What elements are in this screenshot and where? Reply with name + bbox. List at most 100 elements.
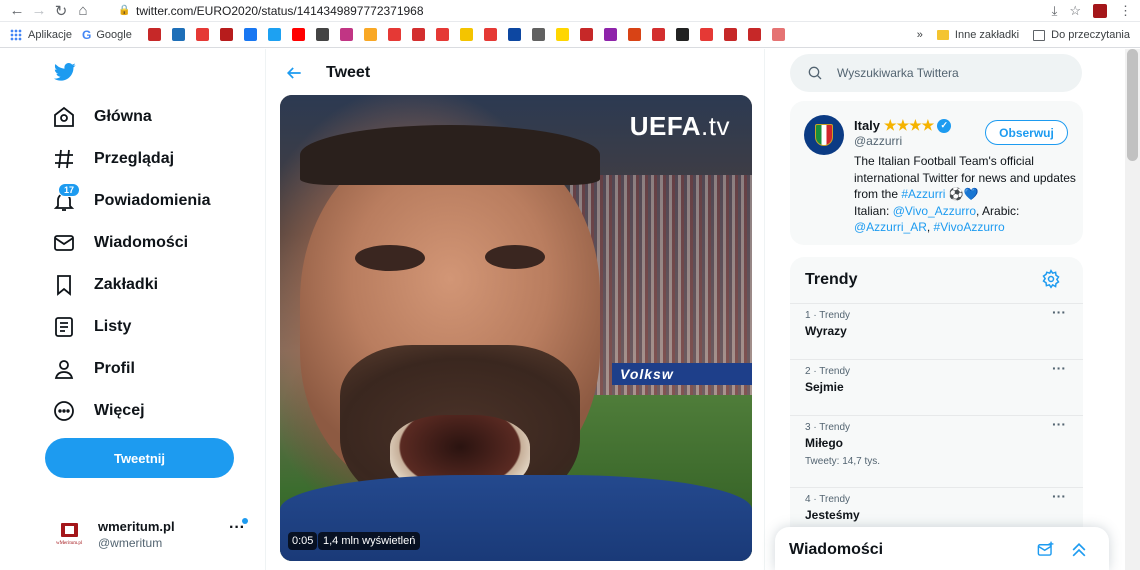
bookmark-favicon-icon[interactable] (387, 28, 401, 41)
more-dots-icon[interactable]: ··· (1052, 360, 1066, 376)
page-title: Tweet (326, 64, 371, 81)
bookmark-favicon-icon[interactable] (603, 28, 617, 41)
bookmark-favicon-icon[interactable] (531, 28, 545, 41)
trend-meta: 3 · Trendy (805, 422, 851, 433)
bookmark-favicon-icon[interactable] (507, 28, 521, 41)
bookmarks-overflow-icon[interactable]: » (917, 29, 923, 41)
scrollbar-thumb[interactable] (1127, 49, 1138, 161)
more-dots-icon[interactable]: ··· (1052, 416, 1066, 432)
new-message-icon[interactable] (1036, 540, 1055, 559)
apps-grid-icon (10, 28, 22, 41)
sidebar-item-notifications[interactable]: 17 Powiadomienia (52, 183, 210, 216)
video-eye (355, 245, 425, 271)
forward-icon[interactable]: → (28, 0, 50, 22)
bookmark-favicon-icon[interactable] (435, 28, 449, 41)
bookmark-favicon-icon[interactable] (771, 28, 785, 41)
bookmark-favicon-icon[interactable] (627, 28, 641, 41)
bookmark-favicon-icon[interactable] (651, 28, 665, 41)
bookmark-favicon-icon[interactable] (267, 28, 281, 41)
page-scrollbar[interactable] (1125, 49, 1140, 570)
bookmark-favicon-icon[interactable] (171, 28, 185, 41)
back-arrow-icon[interactable] (284, 63, 304, 83)
account-switcher[interactable]: wMeritum.pl wmeritum.pl @wmeritum ··· (52, 515, 252, 555)
sidebar-item-profile[interactable]: Profil (52, 354, 135, 384)
bookmark-favicon-icon[interactable] (747, 28, 761, 41)
sidebar-item-label: Więcej (94, 402, 145, 419)
bookmark-favicon-icon[interactable] (339, 28, 353, 41)
trend-name: Sejmie (805, 380, 844, 394)
bio-text: , (926, 220, 934, 234)
main-column: Tweet Volksw UEFA.tv 0:05 1,4 mln wyświe… (265, 49, 765, 570)
profile-name[interactable]: Italy ★★★★ ✓ (854, 117, 952, 134)
bookmark-favicon-icon[interactable] (699, 28, 713, 41)
chevron-up-icon[interactable] (1069, 540, 1089, 560)
trend-item[interactable]: 1 · Trendy Wyrazy ··· (790, 303, 1083, 359)
star-icon[interactable]: ☆ (1069, 3, 1081, 19)
bookmark-favicon-icon[interactable] (243, 28, 257, 41)
bookmark-favicon-icon[interactable] (675, 28, 689, 41)
sidebar-item-explore[interactable]: Przeglądaj (52, 144, 174, 174)
search-input[interactable] (837, 66, 1057, 80)
sidebar-item-messages[interactable]: Wiadomości (52, 228, 188, 258)
follow-button[interactable]: Obserwuj (985, 120, 1068, 145)
trends-panel: Trendy 1 · Trendy Wyrazy ··· 2 · Trendy … (790, 257, 1083, 570)
more-dots-icon[interactable]: ··· (1052, 304, 1066, 320)
bookmark-favicon-icon[interactable] (195, 28, 209, 41)
tweet-header: Tweet (266, 49, 764, 97)
search-box[interactable] (790, 54, 1082, 92)
bookmark-favicon-icon[interactable] (315, 28, 329, 41)
bio-mention-link[interactable]: @Azzurri_AR (854, 220, 927, 234)
bookmark-favicon-icon[interactable] (483, 28, 497, 41)
tweet-button[interactable]: Tweetnij (45, 438, 234, 478)
bookmark-icon (57, 275, 71, 296)
bio-hashtag-link[interactable]: #Azzurri (901, 187, 945, 201)
other-bookmarks[interactable]: Inne zakładki (936, 29, 1019, 41)
bookmark-favicon-icon[interactable] (219, 28, 233, 41)
search-icon (808, 66, 822, 80)
url-text: twitter.com/EURO2020/status/141434989777… (136, 4, 424, 18)
bio-emoji: ⚽💙 (945, 187, 979, 201)
bio-mention-link[interactable]: @Vivo_Azzurro (893, 204, 976, 218)
sidebar-item-label: Listy (94, 318, 132, 335)
avatar-logo-text: wMeritum.pl (56, 541, 83, 546)
bookmark-favicon-icon[interactable] (459, 28, 473, 41)
bookmark-favicon-icon[interactable] (411, 28, 425, 41)
bookmark-label: Google (96, 28, 132, 41)
bookmark-favicon-icon[interactable] (579, 28, 593, 41)
gear-icon[interactable] (1041, 269, 1061, 289)
bio-hashtag-link[interactable]: #VivoAzzurro (934, 220, 1005, 234)
sidebar-item-lists[interactable]: Listy (52, 312, 131, 342)
bookmark-google[interactable]: G Google (82, 28, 132, 42)
extension-icon[interactable] (1093, 4, 1107, 18)
notifications-icon-wrap: 17 (52, 183, 81, 213)
bookmark-favicon-icon[interactable] (363, 28, 377, 41)
sidebar-item-bookmarks[interactable]: Zakładki (52, 270, 158, 300)
sidebar-item-home[interactable]: Główna (52, 102, 152, 132)
avatar[interactable] (804, 115, 844, 155)
home-icon[interactable]: ⌂ (72, 0, 94, 22)
reading-list[interactable]: Do przeczytania (1033, 29, 1130, 41)
bookmark-favicon-icon[interactable] (147, 28, 161, 41)
address-bar[interactable]: 🔒 twitter.com/EURO2020/status/1414349897… (118, 0, 424, 22)
messages-drawer-title: Wiadomości (789, 541, 884, 558)
folder-icon (936, 30, 949, 40)
bookmark-favicon-icon[interactable] (723, 28, 737, 41)
twitter-logo-icon[interactable] (52, 61, 78, 83)
video-player[interactable]: Volksw UEFA.tv 0:05 1,4 mln wyświetleń (280, 95, 752, 561)
profile-handle: @azzurri (854, 134, 903, 148)
bookmark-favicon-icon[interactable] (555, 28, 569, 41)
bookmark-apps[interactable]: Aplikacje (10, 28, 72, 41)
sidebar-item-label: Wiadomości (94, 234, 189, 251)
reload-icon[interactable]: ↻ (50, 0, 72, 22)
bookmark-favicon-icon[interactable] (291, 28, 305, 41)
more-dots-icon[interactable]: ··· (1052, 488, 1066, 504)
messages-drawer[interactable]: Wiadomości (775, 527, 1109, 570)
back-icon[interactable]: ← (6, 0, 28, 22)
browser-toolbar: ← → ↻ ⌂ 🔒 twitter.com/EURO2020/status/14… (0, 0, 1140, 22)
account-handle: @wmeritum (98, 536, 163, 550)
sidebar-item-more[interactable]: Więcej (52, 396, 145, 426)
trend-item[interactable]: 3 · Trendy Miłego Tweety: 14,7 tys. ··· (790, 415, 1083, 487)
download-icon[interactable]: ⤓ (1052, 3, 1058, 19)
trend-item[interactable]: 2 · Trendy Sejmie ··· (790, 359, 1083, 415)
menu-icon[interactable]: ⋮ (1119, 3, 1132, 19)
